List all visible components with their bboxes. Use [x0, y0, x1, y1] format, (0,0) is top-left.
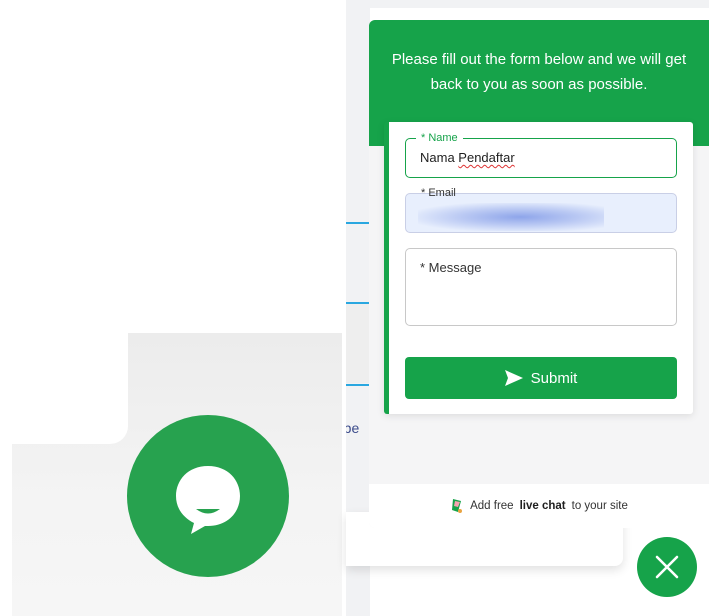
submit-button-label: Submit — [530, 369, 578, 387]
chat-widget: Please fill out the form below and we wi… — [369, 20, 709, 528]
message-field-label: * Message — [420, 260, 482, 275]
paper-plane-icon — [504, 370, 523, 386]
background-page-block — [346, 303, 370, 383]
widget-header-text: Please fill out the form below and we wi… — [391, 51, 687, 93]
background-page-text: mbe — [346, 420, 370, 444]
background-page-top — [346, 0, 709, 8]
email-field-label: * Email — [416, 186, 461, 200]
livechat-logo-icon — [452, 499, 463, 513]
footer-text-prefix: Add free — [470, 500, 514, 512]
name-field-value: Nama Pendaftar — [420, 150, 515, 165]
email-value-redacted — [418, 203, 604, 231]
name-value-prefix: Nama — [420, 150, 459, 165]
widget-footer[interactable]: Add free live chat to your site — [369, 484, 709, 528]
close-widget-button[interactable] — [637, 537, 697, 597]
chat-launcher-button[interactable] — [127, 415, 289, 577]
background-link-line — [346, 222, 370, 224]
message-field[interactable]: * Message — [405, 248, 677, 326]
footer-text-bold: live chat — [519, 500, 566, 512]
name-value-underlined: Pendaftar — [458, 150, 515, 165]
background-page-text-value: mbe — [346, 420, 360, 436]
footer-text-suffix: to your site — [571, 500, 628, 512]
left-panel-tab — [0, 318, 128, 444]
contact-form: * Name Nama Pendaftar * Email * Message … — [384, 122, 693, 414]
name-field[interactable]: * Name Nama Pendaftar — [405, 131, 677, 178]
speech-bubble-smile-icon — [176, 466, 240, 534]
background-link-line — [346, 384, 370, 386]
close-icon — [655, 555, 679, 579]
background-link-line — [346, 302, 370, 304]
submit-button[interactable]: Submit — [405, 357, 677, 399]
name-field-label: * Name — [416, 131, 463, 145]
email-field[interactable]: * Email — [405, 187, 677, 233]
